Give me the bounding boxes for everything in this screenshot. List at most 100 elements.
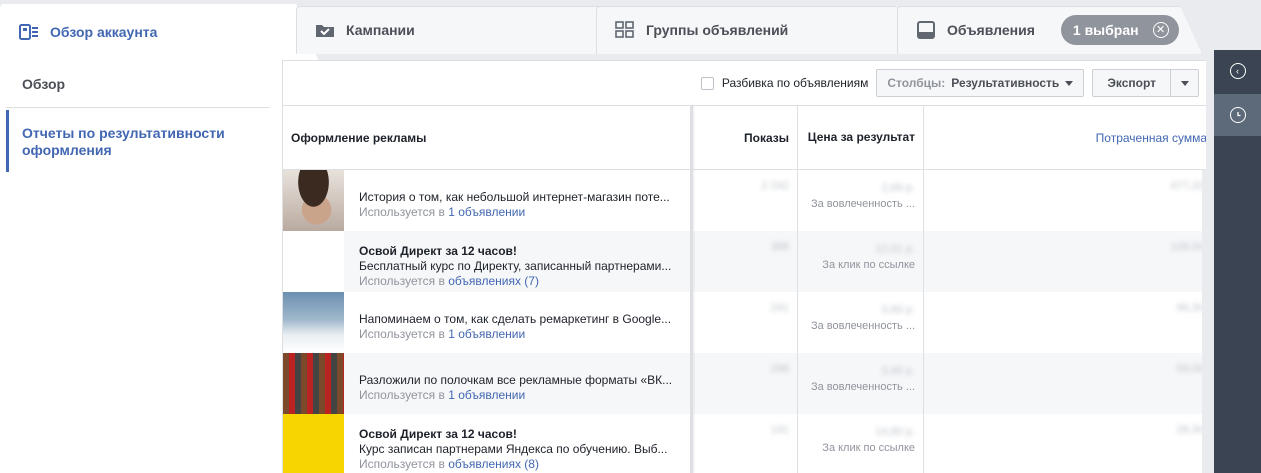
impressions-value: 388 [770, 241, 789, 253]
selected-count-badge[interactable]: 1 выбран ✕ [1060, 15, 1179, 45]
cost-cell: 2,69 р. За вовлеченность ... [798, 180, 915, 212]
table-header: Оформление рекламы Показы Цена за резуль… [283, 105, 1206, 170]
creative-cell: Напоминаем о том, как сделать ремаркетин… [359, 312, 679, 342]
tab-label: Группы объявлений [646, 22, 789, 38]
ad-icon [915, 20, 937, 40]
usage-info: Используется в 1 объявлении [359, 327, 679, 342]
usage-link[interactable]: 1 объявлении [448, 327, 525, 341]
breakdown-checkbox[interactable] [700, 76, 714, 90]
usage-link[interactable]: 1 объявлении [448, 205, 525, 219]
impressions-value: 141 [770, 424, 789, 436]
grid-icon [614, 20, 636, 40]
cost-cell: 3,45 р. За вовлеченность ... [798, 363, 915, 395]
ad-thumbnail[interactable] [283, 353, 344, 414]
export-button[interactable]: Экспорт [1092, 69, 1171, 97]
cost-value: 12,01 р. [875, 243, 915, 255]
table-row[interactable]: Освой Директ за 12 часов! Бесплатный кур… [283, 231, 1206, 292]
creative-body: Разложили по полочкам все рекламные форм… [359, 373, 673, 387]
creative-body: История о том, как небольшой интернет-ма… [359, 190, 670, 204]
tab-label: Обзор аккаунта [50, 24, 158, 40]
creative-cell: История о том, как небольшой интернет-ма… [359, 190, 679, 220]
impressions-value: 298 [770, 363, 789, 375]
tab-campaigns[interactable]: Кампании [296, 6, 621, 54]
usage-info: Используется в 1 объявлении [359, 205, 679, 220]
usage-prefix: Используется в [359, 388, 445, 402]
header-cost-per-result[interactable]: Цена за результат [798, 106, 923, 169]
tab-ad-sets[interactable]: Группы объявлений [596, 6, 918, 54]
usage-info: Используется в объявлениях (7) [359, 274, 679, 289]
cost-type: За клик по ссылке [822, 442, 915, 454]
tab-account-overview[interactable]: Обзор аккаунта [0, 4, 318, 60]
clock-icon [1229, 107, 1246, 123]
chevron-down-icon [1065, 80, 1074, 86]
chevron-down-icon [1180, 80, 1189, 86]
cost-cell: 12,01 р. За клик по ссылке [798, 241, 915, 273]
column-divider[interactable] [690, 105, 693, 473]
creative-cell: Освой Директ за 12 часов! Курс записан п… [359, 427, 679, 472]
impressions-value: 2 242 [761, 180, 789, 192]
usage-prefix: Используется в [359, 457, 445, 471]
nav-item-overview[interactable]: Обзор [6, 76, 270, 108]
scrollbar[interactable] [1202, 170, 1206, 473]
ad-thumbnail[interactable] [283, 414, 344, 473]
header-creative[interactable]: Оформление рекламы [291, 106, 691, 169]
creative-body: Бесплатный курс по Директу, записанный п… [359, 259, 672, 273]
spent-value: 477,20 [1170, 180, 1204, 192]
ad-thumbnail[interactable] [283, 231, 344, 292]
spent-value: 108,00 [1170, 241, 1204, 253]
collapse-button[interactable]: ‹ [1214, 50, 1261, 92]
columns-prefix: Столбцы: [887, 76, 946, 90]
creative-body: Курс записан партнерами Яндекса по обуче… [359, 442, 668, 456]
close-icon[interactable]: ✕ [1152, 22, 1169, 38]
creative-title: Освой Директ за 12 часов! [359, 427, 517, 441]
cost-type: За вовлеченность ... [810, 198, 915, 210]
usage-link[interactable]: 1 объявлении [448, 388, 525, 402]
creative-cell: Разложили по полочкам все рекламные форм… [359, 373, 679, 403]
nav-item-creative-reports[interactable]: Отчеты по результативности оформления [6, 110, 270, 172]
header-impressions[interactable]: Показы [693, 106, 797, 169]
usage-info: Используется в объявлениях (8) [359, 457, 679, 472]
impressions-value: 241 [770, 302, 789, 314]
breakdown-label: Разбивка по объявлениям [721, 76, 869, 90]
usage-prefix: Используется в [359, 274, 445, 288]
ad-thumbnail[interactable] [283, 170, 344, 231]
table-row[interactable]: Разложили по полочкам все рекламные форм… [283, 353, 1206, 414]
export-menu-button[interactable] [1171, 69, 1199, 97]
cost-type: За вовлеченность ... [810, 320, 915, 332]
table-row[interactable]: Напоминаем о том, как сделать ремаркетин… [283, 292, 1206, 353]
creative-body: Напоминаем о том, как сделать ремаркетин… [359, 312, 672, 326]
folder-check-icon [314, 20, 336, 40]
usage-link[interactable]: объявлениях (7) [448, 274, 539, 288]
usage-prefix: Используется в [359, 205, 445, 219]
cost-value: 14,80 р. [875, 426, 915, 438]
columns-dropdown[interactable]: Столбцы: Результативность [876, 69, 1085, 97]
usage-link[interactable]: объявлениях (8) [448, 457, 539, 471]
breakdown-toggle[interactable]: Разбивка по объявлениям [700, 76, 869, 90]
creative-title: Освой Директ за 12 часов! [359, 244, 517, 258]
history-button[interactable] [1214, 94, 1261, 136]
header-amount-spent[interactable]: Потраченная сумма [924, 106, 1206, 169]
badge-label: 1 выбран [1072, 22, 1139, 38]
cost-type: За клик по ссылке [822, 259, 915, 271]
usage-info: Используется в 1 объявлении [359, 388, 679, 403]
cost-type: За вовлеченность ... [810, 381, 915, 393]
columns-value: Результативность [951, 76, 1060, 90]
spent-value: 28,30 [1176, 424, 1204, 436]
cost-cell: 14,80 р. За клик по ссылке [798, 424, 915, 456]
tab-ads[interactable]: Объявления 1 выбран ✕ [897, 6, 1202, 54]
table-row[interactable]: Освой Директ за 12 часов! Курс записан п… [283, 414, 1206, 473]
toolbar: Разбивка по объявлениям Столбцы: Результ… [283, 61, 1206, 105]
export-split-button: Экспорт [1092, 69, 1199, 97]
cost-value: 3,45 р. [881, 365, 915, 377]
account-overview-icon [18, 22, 40, 42]
cost-value: 3,89 р. [881, 304, 915, 316]
spent-value: 59,00 [1176, 363, 1204, 375]
left-nav: Обзор Отчеты по результативности оформле… [0, 60, 282, 473]
spent-value: 96,30 [1176, 302, 1204, 314]
tab-label: Кампании [346, 22, 415, 38]
column-divider [797, 105, 798, 473]
creative-cell: Освой Директ за 12 часов! Бесплатный кур… [359, 244, 679, 289]
cost-cell: 3,89 р. За вовлеченность ... [798, 302, 915, 334]
table-row[interactable]: История о том, как небольшой интернет-ма… [283, 170, 1206, 231]
ad-thumbnail[interactable] [283, 292, 344, 353]
